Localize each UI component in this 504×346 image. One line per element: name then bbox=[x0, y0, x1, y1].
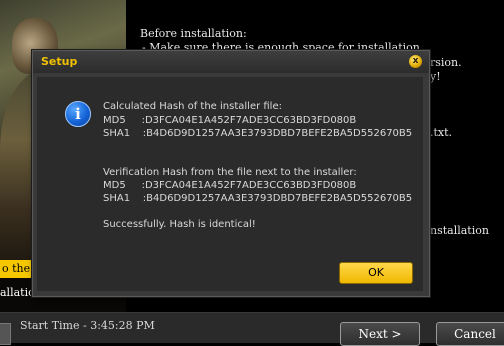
next-button[interactable]: Next > bbox=[340, 322, 420, 346]
before-installation-heading: Before installation: bbox=[140, 27, 247, 40]
verification-sha1: SHA1 :B4D6D9D1257AA3E3793DBD7BEFE2BA5D55… bbox=[103, 193, 413, 204]
dialog-content: i Calculated Hash of the installer file:… bbox=[37, 77, 423, 291]
ok-button[interactable]: OK bbox=[339, 262, 413, 284]
cancel-button[interactable]: Cancel bbox=[436, 322, 504, 346]
calculated-md5: MD5 :D3FCA04E1A452F7ADE3CC63BD3FD080B bbox=[103, 115, 357, 126]
start-time-label: Start Time - 3:45:28 PM bbox=[20, 319, 155, 332]
dialog-titlebar[interactable]: Setup x bbox=[33, 51, 429, 73]
setup-dialog: Setup x i Calculated Hash of the install… bbox=[32, 50, 430, 297]
dialog-title: Setup bbox=[41, 55, 78, 68]
instruction-fragment-4: nstallation bbox=[430, 224, 489, 237]
calculated-sha1: SHA1 :B4D6D9D1257AA3E3793DBD7BEFE2BA5D55… bbox=[103, 128, 413, 139]
info-icon: i bbox=[65, 101, 91, 127]
installer-footer: Start Time - 3:45:28 PM Next > Cancel bbox=[0, 312, 504, 346]
close-icon[interactable]: x bbox=[409, 55, 422, 68]
instruction-fragment-2: y! bbox=[430, 70, 441, 83]
instruction-fragment-1: rsion. bbox=[430, 56, 462, 69]
instruction-fragment-3: .txt. bbox=[430, 126, 453, 139]
verification-hash-heading: Verification Hash from the file next to … bbox=[103, 167, 357, 178]
verification-md5: MD5 :D3FCA04E1A452F7ADE3CC63BD3FD080B bbox=[103, 180, 357, 191]
hash-result-message: Successfully. Hash is identical! bbox=[103, 219, 256, 230]
calculated-hash-heading: Calculated Hash of the installer file: bbox=[103, 101, 282, 112]
